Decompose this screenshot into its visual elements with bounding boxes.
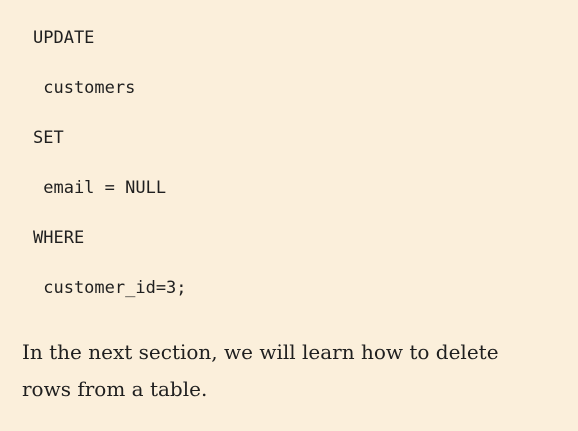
code-line-set: SET xyxy=(33,128,64,148)
document-page: UPDATE customers SET email = NULL WHERE … xyxy=(0,0,578,431)
code-line-condition: customer_id=3; xyxy=(33,278,187,298)
code-line-update: UPDATE xyxy=(33,28,95,48)
body-paragraph: In the next section, we will learn how t… xyxy=(22,340,499,401)
code-line-where: WHERE xyxy=(33,228,85,248)
code-line-assignment: email = NULL xyxy=(33,178,167,198)
code-line-table: customers xyxy=(33,78,136,98)
